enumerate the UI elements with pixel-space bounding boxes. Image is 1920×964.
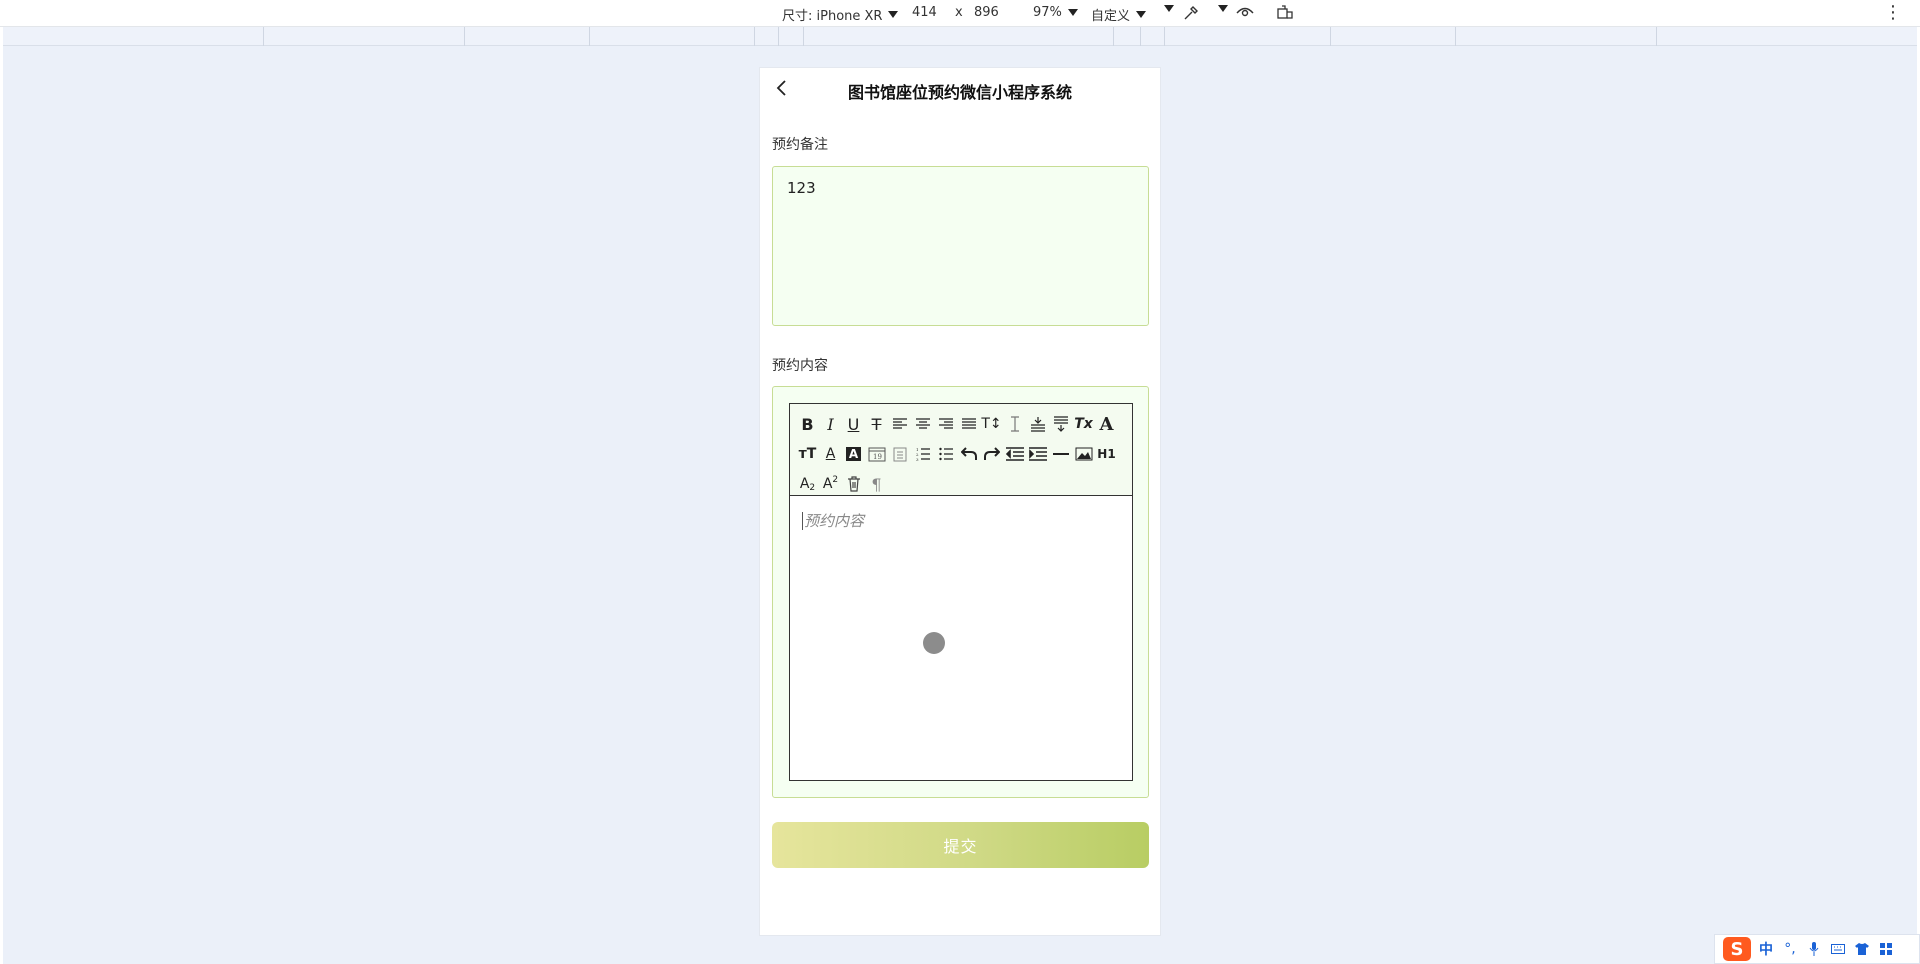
punctuation-icon[interactable]: °, — [1781, 940, 1799, 958]
editor-toolbar: B I U T T↕ Tx A ᴛT A A 19 1 2 3 H1 A 2 A… — [790, 404, 1132, 496]
zoom-value: 97% — [1033, 5, 1062, 20]
bullet-list-icon[interactable] — [934, 442, 957, 466]
toolbar-row: A2 A2 ¶ — [796, 469, 1128, 499]
chevron-down-icon — [1164, 5, 1174, 12]
page-title: 图书馆座位预约微信小程序系统 — [847, 83, 1072, 102]
navigation-bar: 图书馆座位预约微信小程序系统 — [760, 68, 1160, 108]
sogou-logo-icon[interactable]: S — [1723, 937, 1751, 961]
chevron-down-icon — [1067, 9, 1078, 16]
remark-value: 123 — [787, 179, 816, 197]
toolbar-row: B I U T T↕ Tx A — [796, 409, 1128, 439]
redo-icon[interactable] — [980, 442, 1003, 466]
bold-button[interactable]: B — [796, 412, 819, 436]
height-input[interactable]: 896 — [974, 5, 999, 20]
grid-menu-icon[interactable] — [1877, 940, 1895, 958]
calendar-icon[interactable]: 19 — [865, 442, 888, 466]
clipboard-icon[interactable] — [888, 442, 911, 466]
width-input[interactable]: 414 — [912, 5, 937, 20]
line-height-icon[interactable] — [1003, 412, 1026, 436]
throttle-value: 自定义 — [1091, 9, 1131, 24]
rich-text-editor: B I U T T↕ Tx A ᴛT A A 19 1 2 3 H1 A 2 A… — [789, 403, 1133, 781]
keyboard-icon[interactable] — [1829, 940, 1847, 958]
ruler-tick — [1113, 27, 1114, 46]
font-size-icon[interactable]: ᴛT — [796, 442, 819, 466]
zoom-select[interactable]: 97% — [1033, 5, 1078, 20]
font-family-button[interactable]: A — [1095, 412, 1118, 436]
ruler-tick — [754, 27, 755, 46]
rotate-device-icon[interactable] — [1276, 4, 1294, 22]
ruler-tick — [1140, 27, 1141, 46]
undo-icon[interactable] — [957, 442, 980, 466]
letter-spacing-icon[interactable]: T↕ — [980, 412, 1003, 436]
remark-label: 预约备注 — [772, 137, 828, 153]
dimension-separator: x — [955, 5, 963, 20]
trash-icon[interactable] — [842, 472, 865, 496]
device-select[interactable]: 尺寸: iPhone XR — [782, 5, 899, 24]
device-label: 尺寸: iPhone XR — [782, 9, 883, 24]
phone-viewport: 图书馆座位预约微信小程序系统 预约备注 123 预约内容 B I U T T↕ — [759, 67, 1161, 936]
margin-bottom-icon[interactable] — [1049, 412, 1072, 436]
ime-mode-toggle[interactable]: 中 — [1757, 940, 1775, 958]
throttle-select[interactable]: 自定义 — [1091, 5, 1147, 24]
outdent-icon[interactable] — [1003, 442, 1026, 466]
svg-text:19: 19 — [873, 453, 882, 461]
ruler-tick — [464, 27, 465, 46]
chevron-down-icon — [888, 11, 899, 18]
options-dropdown[interactable] — [1158, 5, 1174, 12]
ruler-tick — [1455, 27, 1456, 46]
align-justify-icon[interactable] — [957, 412, 980, 436]
eye-icon[interactable] — [1236, 4, 1254, 22]
background-color-icon[interactable]: A — [842, 442, 865, 466]
underline-button[interactable]: U — [842, 412, 865, 436]
align-center-icon[interactable] — [911, 412, 934, 436]
chevron-down-icon — [1218, 5, 1228, 12]
editor-placeholder: 预约内容 — [802, 512, 865, 530]
subscript-icon[interactable]: A2 — [796, 472, 819, 496]
remove-format-button[interactable]: Tx — [1072, 412, 1095, 436]
skin-shirt-icon[interactable] — [1853, 940, 1871, 958]
touch-cursor — [923, 632, 945, 654]
more-options-icon[interactable]: ⋮ — [1884, 2, 1902, 23]
chevron-down-icon — [1136, 11, 1147, 18]
superscript-icon[interactable]: A2 — [819, 472, 842, 496]
strikethrough-button[interactable]: T — [865, 412, 888, 436]
device-toolbar: 尺寸: iPhone XR 414 x 896 97% 自定义 ⋮ — [0, 0, 1920, 27]
ime-toolbar: S 中 °, — [1714, 934, 1920, 964]
content-field: B I U T T↕ Tx A ᴛT A A 19 1 2 3 H1 A 2 A… — [772, 386, 1149, 798]
editor-content-area[interactable]: 预约内容 — [790, 496, 1132, 780]
submit-button[interactable]: 提交 — [772, 822, 1149, 868]
ruler-tick — [589, 27, 590, 46]
remark-textarea[interactable]: 123 — [772, 166, 1149, 326]
indent-icon[interactable] — [1026, 442, 1049, 466]
ruler-tick — [803, 27, 804, 46]
ruler-tick — [1656, 27, 1657, 46]
heading-button[interactable]: H1 — [1095, 442, 1118, 466]
align-right-icon[interactable] — [934, 412, 957, 436]
eyedropper-icon[interactable] — [1182, 4, 1200, 22]
image-icon[interactable] — [1072, 442, 1095, 466]
ruler-tick — [778, 27, 779, 46]
ruler-tick — [1164, 27, 1165, 46]
pilcrow-icon[interactable]: ¶ — [865, 472, 888, 496]
margin-top-icon[interactable] — [1026, 412, 1049, 436]
font-color-icon[interactable]: A — [819, 442, 842, 466]
content-label: 预约内容 — [772, 358, 828, 374]
svg-text:3: 3 — [916, 457, 919, 461]
ordered-list-icon[interactable]: 123 — [911, 442, 934, 466]
align-left-icon[interactable] — [888, 412, 911, 436]
toolbar-row: ᴛT A A 19 123 H1 — [796, 439, 1128, 469]
ruler-tick — [263, 27, 264, 46]
horizontal-rule-icon[interactable] — [1049, 442, 1072, 466]
microphone-icon[interactable] — [1805, 940, 1823, 958]
italic-button[interactable]: I — [819, 412, 842, 436]
ruler-tick — [1330, 27, 1331, 46]
media-query-ruler — [3, 27, 1917, 46]
vision-dropdown[interactable] — [1212, 5, 1228, 12]
